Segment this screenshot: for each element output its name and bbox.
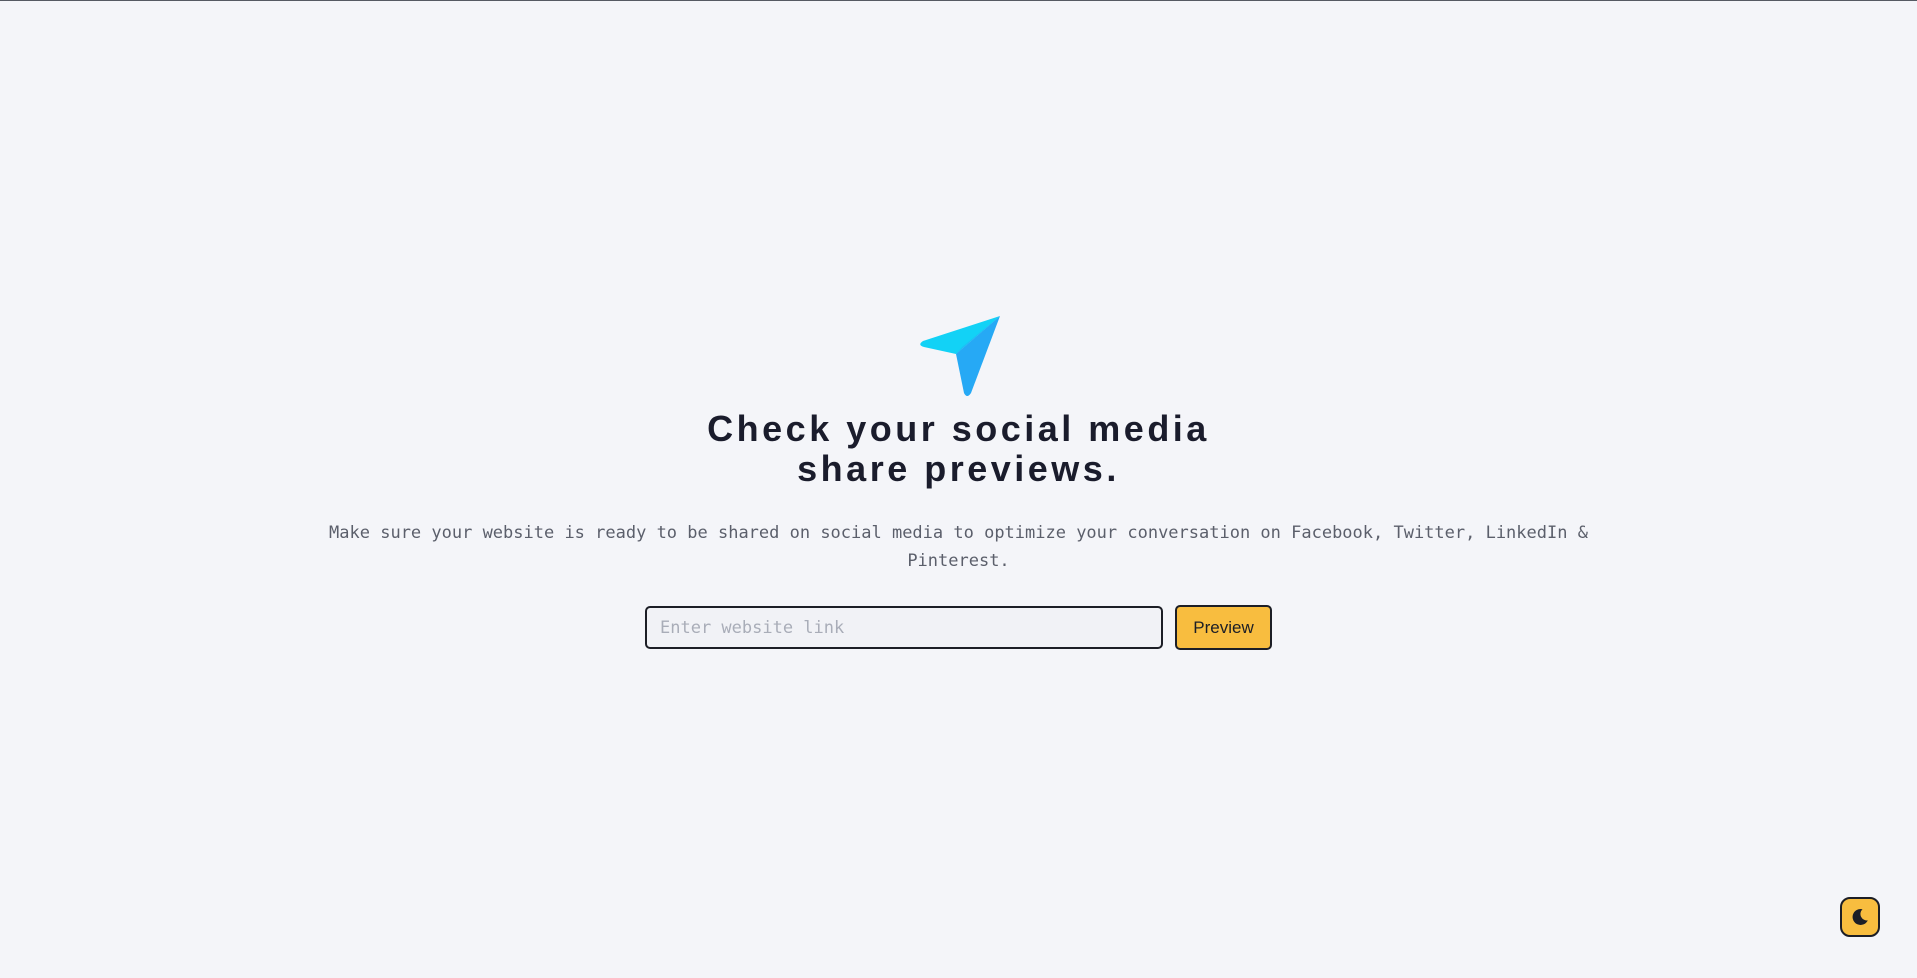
page-title-line-2: share previews. — [797, 448, 1120, 489]
url-form: Preview — [645, 605, 1272, 650]
moon-icon — [1850, 907, 1870, 927]
page-title-line-1: Check your social media — [707, 408, 1210, 449]
website-link-input[interactable] — [645, 606, 1163, 649]
page-subtitle: Make sure your website is ready to be sh… — [329, 523, 1588, 571]
hero-section: Check your social media share previews. … — [0, 313, 1917, 650]
paper-plane-icon — [916, 313, 1002, 399]
theme-toggle-button[interactable] — [1840, 897, 1880, 937]
page-title: Check your social media share previews. — [707, 409, 1210, 489]
preview-button[interactable]: Preview — [1175, 605, 1272, 650]
